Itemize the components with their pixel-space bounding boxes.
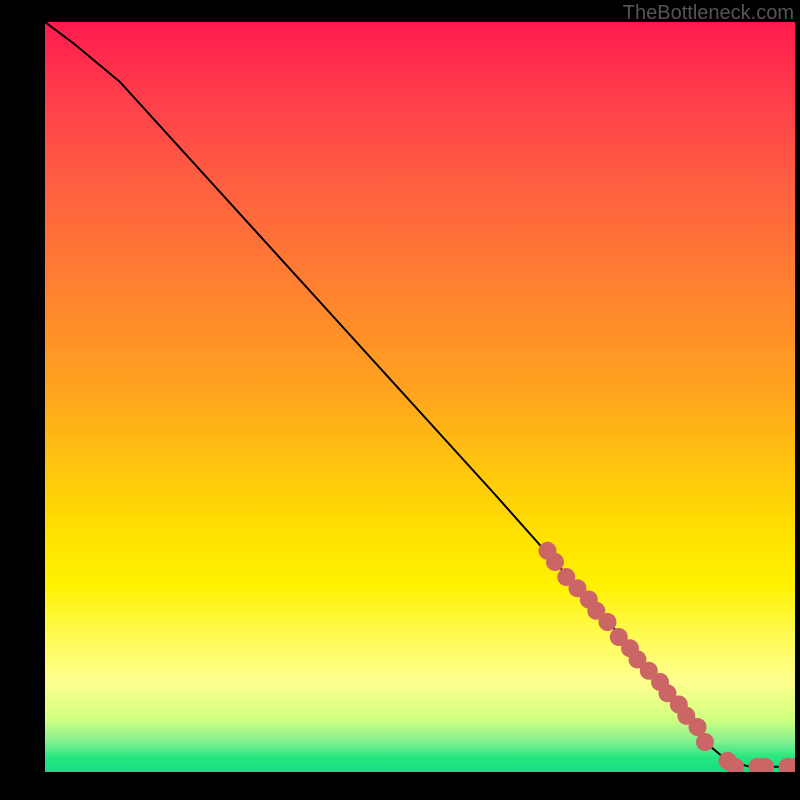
performance-curve	[45, 22, 795, 767]
data-marker	[696, 733, 714, 751]
data-marker	[546, 553, 564, 571]
data-marker	[599, 613, 617, 631]
chart-overlay	[45, 22, 795, 772]
data-markers-group	[539, 542, 796, 772]
chart-container: TheBottleneck.com	[0, 0, 800, 800]
watermark-text: TheBottleneck.com	[623, 2, 794, 25]
